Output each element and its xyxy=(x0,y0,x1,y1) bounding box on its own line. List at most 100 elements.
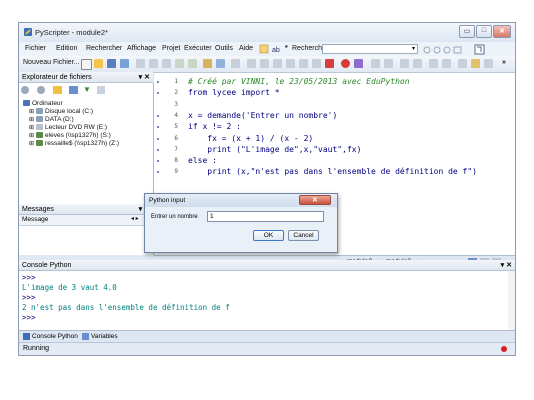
settings-icon[interactable] xyxy=(97,86,105,94)
messages-column-header: Message ◂ ▸ xyxy=(19,215,153,226)
prev-next-icons[interactable]: ◂ ▸ xyxy=(131,215,139,222)
main-toolbar: Nouveau Fichier... » xyxy=(19,56,515,73)
tree-item-eleves-s[interactable]: ⊞ eleves (\\sp1327h) (S:) xyxy=(29,132,111,139)
list-icon[interactable] xyxy=(429,59,438,68)
code-line[interactable]: if x != 2 : xyxy=(188,122,241,131)
status-bar: Running xyxy=(19,342,515,355)
run-script-icon[interactable] xyxy=(259,44,269,54)
replace-icon[interactable]: ab xyxy=(272,44,282,54)
save-all-icon[interactable] xyxy=(120,59,129,68)
dialog-input[interactable]: 1 xyxy=(207,211,324,222)
tree-item-computer[interactable]: Ordinateur xyxy=(23,100,63,107)
menu-executer[interactable]: Exécuter xyxy=(184,45,212,52)
dedent-icon[interactable] xyxy=(413,59,422,68)
menu-affichage[interactable]: Affichage xyxy=(127,45,156,52)
expand-icon[interactable]: ⊞ xyxy=(29,109,34,115)
code-line[interactable]: # Créé par VINNI, le 23/05/2013 avec Edu… xyxy=(188,77,410,86)
filter-icon[interactable]: ▼ xyxy=(83,85,91,94)
expand-icon[interactable]: ⊞ xyxy=(29,133,34,139)
window-title: PyScripter - module2* xyxy=(35,28,108,37)
tree-item-dvd-e[interactable]: ⊞ Lecteur DVD RW (E:) xyxy=(29,124,107,131)
line-number: 4 xyxy=(174,111,178,119)
expand-icon[interactable]: ⊞ xyxy=(29,117,34,123)
run-icon[interactable] xyxy=(247,59,256,68)
menu-outils[interactable]: Outils xyxy=(215,45,233,52)
cut-icon[interactable] xyxy=(136,59,145,68)
python-console[interactable]: >>> L'image de 3 vaut 4.0 >>> 2 n'est pas d… xyxy=(19,271,515,335)
new-file-icon[interactable] xyxy=(81,59,92,70)
console-line: 2 n'est pas dans l'ensemble de définitio… xyxy=(22,303,230,312)
redo-icon[interactable] xyxy=(188,59,197,68)
code-line[interactable]: from lycee import * xyxy=(188,88,280,97)
dialog-title-bar: Python input ✕ xyxy=(145,194,337,207)
tree-item-data-d[interactable]: ⊞ DATA (D:) xyxy=(29,116,74,123)
expand-icon[interactable]: ⊞ xyxy=(29,125,34,131)
code-line[interactable]: fx = (x + 1) / (x - 2) xyxy=(188,134,313,143)
maximize-button[interactable]: □ xyxy=(476,25,492,38)
dialog-input-value: 1 xyxy=(210,213,214,220)
indent-icon[interactable] xyxy=(400,59,409,68)
step-into-icon[interactable] xyxy=(273,59,282,68)
paste-icon[interactable] xyxy=(162,59,171,68)
step-over-icon[interactable] xyxy=(286,59,295,68)
step-out-icon[interactable] xyxy=(299,59,308,68)
dialog-close-button[interactable]: ✕ xyxy=(299,195,331,205)
code-line[interactable]: x = demande('Entrer un nombre') xyxy=(188,111,337,120)
cancel-button[interactable]: Cancel xyxy=(288,230,319,241)
menu-aide[interactable]: Aide xyxy=(239,45,253,52)
line-marker-icon xyxy=(157,114,159,117)
save-icon[interactable] xyxy=(107,59,116,68)
line-marker-icon xyxy=(157,81,159,83)
code-line[interactable]: print (x,"n'est pas dans l'ensemble de d… xyxy=(188,167,477,176)
tools-icon[interactable] xyxy=(471,59,480,68)
code-line[interactable]: print ("L'image de",x,"vaut",fx) xyxy=(188,145,361,154)
breakpoint-icon[interactable] xyxy=(341,59,350,68)
minimize-button[interactable]: ▭ xyxy=(459,25,475,38)
menu-edition[interactable]: Edition xyxy=(56,45,77,52)
svg-text:ab: ab xyxy=(272,47,280,54)
folder-icon[interactable] xyxy=(53,86,62,94)
spell-icon[interactable] xyxy=(442,59,451,68)
new-file-label[interactable]: Nouveau Fichier... xyxy=(23,59,79,66)
toggle-comment-icon[interactable] xyxy=(231,59,240,68)
ok-button[interactable]: OK xyxy=(253,230,284,241)
format-icon[interactable] xyxy=(458,59,467,68)
menu-fichier[interactable]: Fichier xyxy=(25,45,46,52)
messages-header: Messages ▾ ✕ xyxy=(19,204,153,215)
explorer-title: Explorateur de fichiers xyxy=(22,74,92,81)
console-scrollbar[interactable] xyxy=(508,271,515,335)
console-close-icon[interactable]: ▾ ✕ xyxy=(501,261,512,269)
help-icon[interactable] xyxy=(484,59,493,68)
view-icon[interactable] xyxy=(69,86,78,94)
tab-console-python[interactable]: Console Python xyxy=(32,333,78,340)
line-number: 2 xyxy=(174,89,178,97)
explorer-close-icon[interactable]: ▾ ✕ xyxy=(139,73,150,81)
code-line[interactable]: else : xyxy=(188,156,217,165)
close-button[interactable]: ✕ xyxy=(493,25,511,38)
copy-icon[interactable] xyxy=(149,59,158,68)
menu-projet[interactable]: Projet xyxy=(162,45,180,52)
abort-icon[interactable] xyxy=(325,59,334,68)
forward-icon[interactable] xyxy=(384,59,393,68)
run-to-cursor-icon[interactable] xyxy=(312,59,321,68)
dock-icon[interactable] xyxy=(474,44,485,55)
open-folder-icon[interactable] xyxy=(94,59,103,68)
search-input[interactable]: ▾ xyxy=(322,44,418,54)
tab-variables[interactable]: Variables xyxy=(91,333,118,340)
find-in-files-icon[interactable] xyxy=(216,59,225,68)
clear-breakpoints-icon[interactable] xyxy=(354,59,363,68)
forward-icon[interactable] xyxy=(37,86,45,94)
undo-icon[interactable] xyxy=(175,59,184,68)
menu-rechercher[interactable]: Rechercher xyxy=(86,45,122,52)
tree-item-disk-c[interactable]: ⊞ Disque local (C:) xyxy=(29,108,93,115)
tree-item-share-z[interactable]: ⊞ ressaille$ (\\sp1327h) (Z:) xyxy=(29,140,119,147)
step-icon[interactable] xyxy=(260,59,269,68)
dropdown-arrow-icon[interactable]: ▾ xyxy=(412,45,415,52)
back-icon[interactable] xyxy=(371,59,380,68)
back-icon[interactable] xyxy=(21,86,29,94)
search-options-icons[interactable] xyxy=(423,45,463,55)
find-icon[interactable] xyxy=(203,59,212,68)
pyscripter-window: PyScripter - module2* ▭ □ ✕ Fichier Edit… xyxy=(18,22,516,356)
toolbar-overflow[interactable]: » xyxy=(502,59,506,66)
expand-icon[interactable]: ⊞ xyxy=(29,141,34,147)
